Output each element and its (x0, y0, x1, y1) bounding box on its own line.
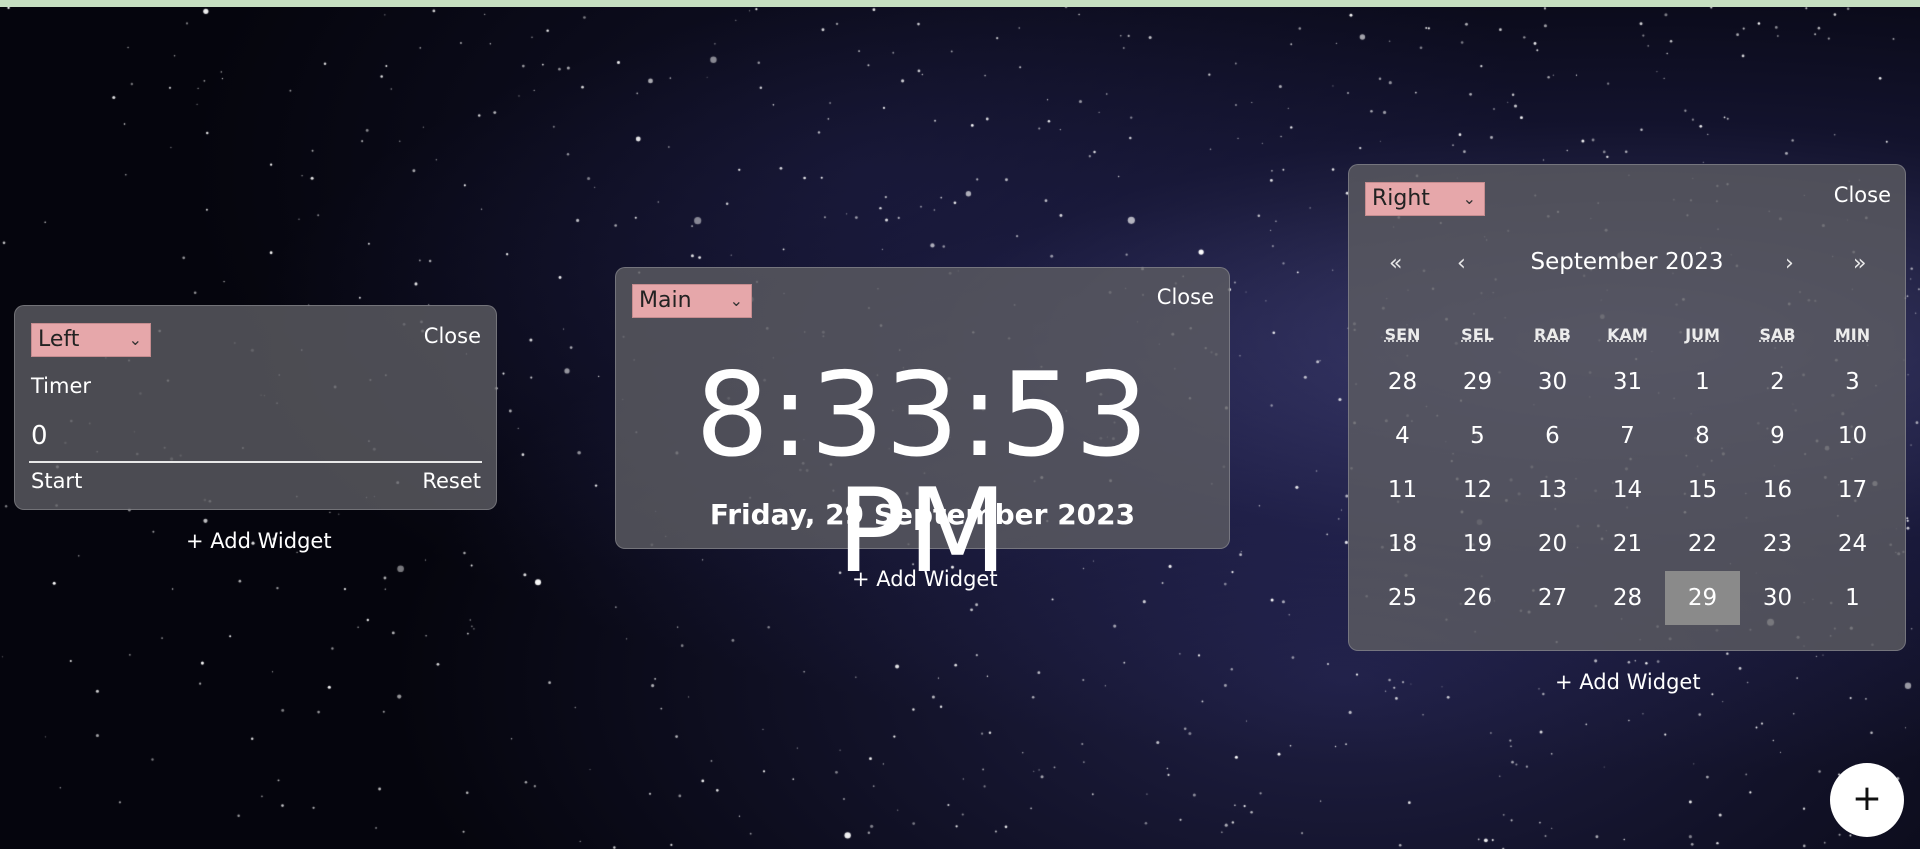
calendar-day[interactable]: 20 (1515, 517, 1590, 571)
calendar-day[interactable]: 31 (1590, 355, 1665, 409)
calendar-day[interactable]: 21 (1590, 517, 1665, 571)
timer-title: Timer (31, 374, 92, 398)
next-month-button[interactable]: › (1785, 251, 1794, 276)
add-fab-button[interactable]: + (1830, 763, 1904, 837)
weekday-header: SEL (1461, 325, 1494, 344)
weekday-header: JUM (1685, 325, 1720, 344)
calendar-day[interactable]: 13 (1515, 463, 1590, 517)
weekday-header: SEN (1384, 325, 1421, 344)
clock-time: 8:33:53 PM (695, 348, 1150, 599)
timer-divider (29, 461, 482, 463)
start-button[interactable]: Start (31, 469, 82, 493)
calendar-day[interactable]: 23 (1740, 517, 1815, 571)
calendar-day[interactable]: 16 (1740, 463, 1815, 517)
calendar-day[interactable]: 27 (1515, 571, 1590, 625)
calendar-day-today[interactable]: 29 (1665, 571, 1740, 625)
position-select-right[interactable]: Right ⌄ (1365, 182, 1485, 216)
calendar-day[interactable]: 30 (1740, 571, 1815, 625)
calendar-day[interactable]: 8 (1665, 409, 1740, 463)
weekday-header: KAM (1607, 325, 1648, 344)
calendar-day[interactable]: 26 (1440, 571, 1515, 625)
calendar-widget: Right ⌄ Close September 2023 « ‹ › » SEN… (1348, 164, 1906, 651)
calendar-month-label: September 2023 (1530, 249, 1724, 275)
calendar-day[interactable]: 5 (1440, 409, 1515, 463)
weekday-header: MIN (1834, 325, 1871, 344)
clock-date: Friday, 29 September 2023 (709, 498, 1136, 531)
calendar-day[interactable]: 17 (1815, 463, 1890, 517)
calendar-day[interactable]: 19 (1440, 517, 1515, 571)
position-select-value: Main (639, 288, 692, 313)
calendar-day[interactable]: 11 (1365, 463, 1440, 517)
add-widget-button-left[interactable]: + Add Widget (186, 529, 332, 553)
prev-month-button[interactable]: ‹ (1457, 251, 1466, 276)
calendar-day[interactable]: 18 (1365, 517, 1440, 571)
close-button[interactable]: Close (1834, 183, 1891, 207)
calendar-day[interactable]: 2 (1740, 355, 1815, 409)
calendar-day[interactable]: 14 (1590, 463, 1665, 517)
calendar-day[interactable]: 10 (1815, 409, 1890, 463)
calendar-day[interactable]: 12 (1440, 463, 1515, 517)
calendar-day[interactable]: 15 (1665, 463, 1740, 517)
add-widget-button-main[interactable]: + Add Widget (852, 567, 998, 591)
calendar-day[interactable]: 6 (1515, 409, 1590, 463)
timer-display: 0 (31, 421, 48, 451)
calendar-day[interactable]: 28 (1365, 355, 1440, 409)
calendar-day[interactable]: 30 (1515, 355, 1590, 409)
reset-button[interactable]: Reset (422, 469, 481, 493)
calendar-day[interactable]: 1 (1665, 355, 1740, 409)
chevron-down-icon: ⌄ (729, 291, 743, 310)
position-select-left[interactable]: Left ⌄ (31, 323, 151, 357)
plus-icon: + (1851, 778, 1883, 819)
chevron-down-icon: ⌄ (1462, 189, 1476, 208)
weekday-header: SAB (1759, 325, 1796, 344)
calendar-day[interactable]: 7 (1590, 409, 1665, 463)
calendar-day[interactable]: 1 (1815, 571, 1890, 625)
timer-widget: Left ⌄ Close Timer 0 Start Reset (14, 305, 497, 510)
position-select-value: Right (1372, 186, 1430, 211)
position-select-value: Left (38, 327, 80, 352)
calendar-day[interactable]: 29 (1440, 355, 1515, 409)
next-year-button[interactable]: » (1853, 251, 1866, 276)
close-button[interactable]: Close (1157, 285, 1214, 309)
calendar-day[interactable]: 3 (1815, 355, 1890, 409)
calendar-day[interactable]: 28 (1590, 571, 1665, 625)
calendar-day[interactable]: 22 (1665, 517, 1740, 571)
top-bar (0, 0, 1920, 7)
chevron-down-icon: ⌄ (128, 330, 142, 349)
clock-widget: Main ⌄ Close 8:33:53 PM Friday, 29 Septe… (615, 267, 1230, 590)
calendar-day[interactable]: 24 (1815, 517, 1890, 571)
calendar-day[interactable]: 25 (1365, 571, 1440, 625)
add-widget-button-right[interactable]: + Add Widget (1555, 670, 1701, 694)
weekday-header: RAB (1534, 325, 1571, 344)
prev-year-button[interactable]: « (1389, 251, 1402, 276)
calendar-day[interactable]: 9 (1740, 409, 1815, 463)
close-button[interactable]: Close (424, 324, 481, 348)
calendar-day[interactable]: 4 (1365, 409, 1440, 463)
position-select-main[interactable]: Main ⌄ (632, 284, 752, 318)
